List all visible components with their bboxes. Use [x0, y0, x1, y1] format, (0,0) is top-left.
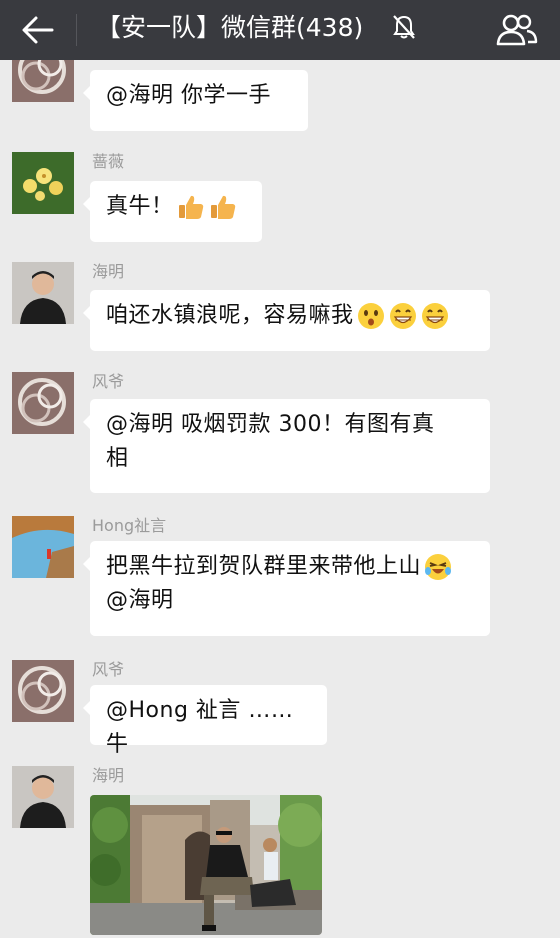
avatar[interactable]	[12, 766, 74, 828]
avatar[interactable]	[12, 262, 74, 324]
message-text-line: 把黑牛拉到贺队群里来带他上山	[106, 550, 474, 584]
avatar[interactable]	[12, 516, 74, 578]
sender-name: 海明	[92, 766, 125, 785]
chat-area: 风爷 @海明 你学一手 蔷薇 真牛！ 海明 咱还水镇浪呢，容易嘛我 风爷 @海明…	[0, 0, 560, 938]
grin-face-icon	[421, 303, 448, 329]
message-bubble[interactable]: @Hong 祉言 ……牛	[83, 685, 327, 757]
message-text-line: @海明 吸烟罚款 300！有图有真	[106, 412, 435, 437]
sender-name: 海明	[92, 262, 125, 281]
photo-image	[90, 795, 322, 935]
thumbs-up-icon	[210, 195, 235, 219]
chat-title: 【安一队】微信群(438)	[96, 13, 364, 42]
avatar[interactable]	[12, 152, 74, 214]
sender-name: 蔷薇	[92, 152, 125, 171]
grin-face-icon	[389, 303, 416, 329]
message-bubble[interactable]: 真牛！	[83, 181, 262, 242]
message-text: @Hong 祉言 ……牛	[106, 698, 294, 757]
back-arrow-icon[interactable]	[14, 10, 64, 50]
message-text-line: 相	[106, 446, 129, 471]
message-text: @海明 你学一手	[106, 83, 271, 108]
message-text: 真牛！	[106, 194, 174, 219]
sender-name: 风爷	[92, 372, 125, 391]
group-members-icon[interactable]	[492, 10, 540, 50]
avatar[interactable]	[12, 660, 74, 722]
image-message[interactable]	[90, 795, 322, 935]
message-bubble[interactable]: 咱还水镇浪呢，容易嘛我	[83, 290, 490, 351]
surprised-face-icon	[357, 303, 384, 329]
message-bubble[interactable]: @海明 吸烟罚款 300！有图有真 相	[83, 399, 490, 493]
message-bubble[interactable]: @海明 你学一手	[83, 70, 308, 131]
sender-name: 风爷	[92, 660, 125, 679]
laugh-cry-face-icon	[425, 554, 452, 580]
avatar[interactable]	[12, 372, 74, 434]
mute-bell-icon	[393, 15, 415, 39]
message-bubble[interactable]: 把黑牛拉到贺队群里来带他上山 @海明	[83, 541, 490, 636]
header-divider	[76, 14, 77, 46]
message-text-line: @海明	[106, 588, 174, 613]
sender-name: Hong祉言	[92, 516, 167, 535]
message-text: 把黑牛拉到贺队群里来带他上山	[106, 554, 422, 579]
message-text: 咱还水镇浪呢，容易嘛我	[106, 303, 354, 328]
thumbs-up-icon	[178, 195, 203, 219]
chat-header: 【安一队】微信群(438)	[0, 0, 560, 60]
